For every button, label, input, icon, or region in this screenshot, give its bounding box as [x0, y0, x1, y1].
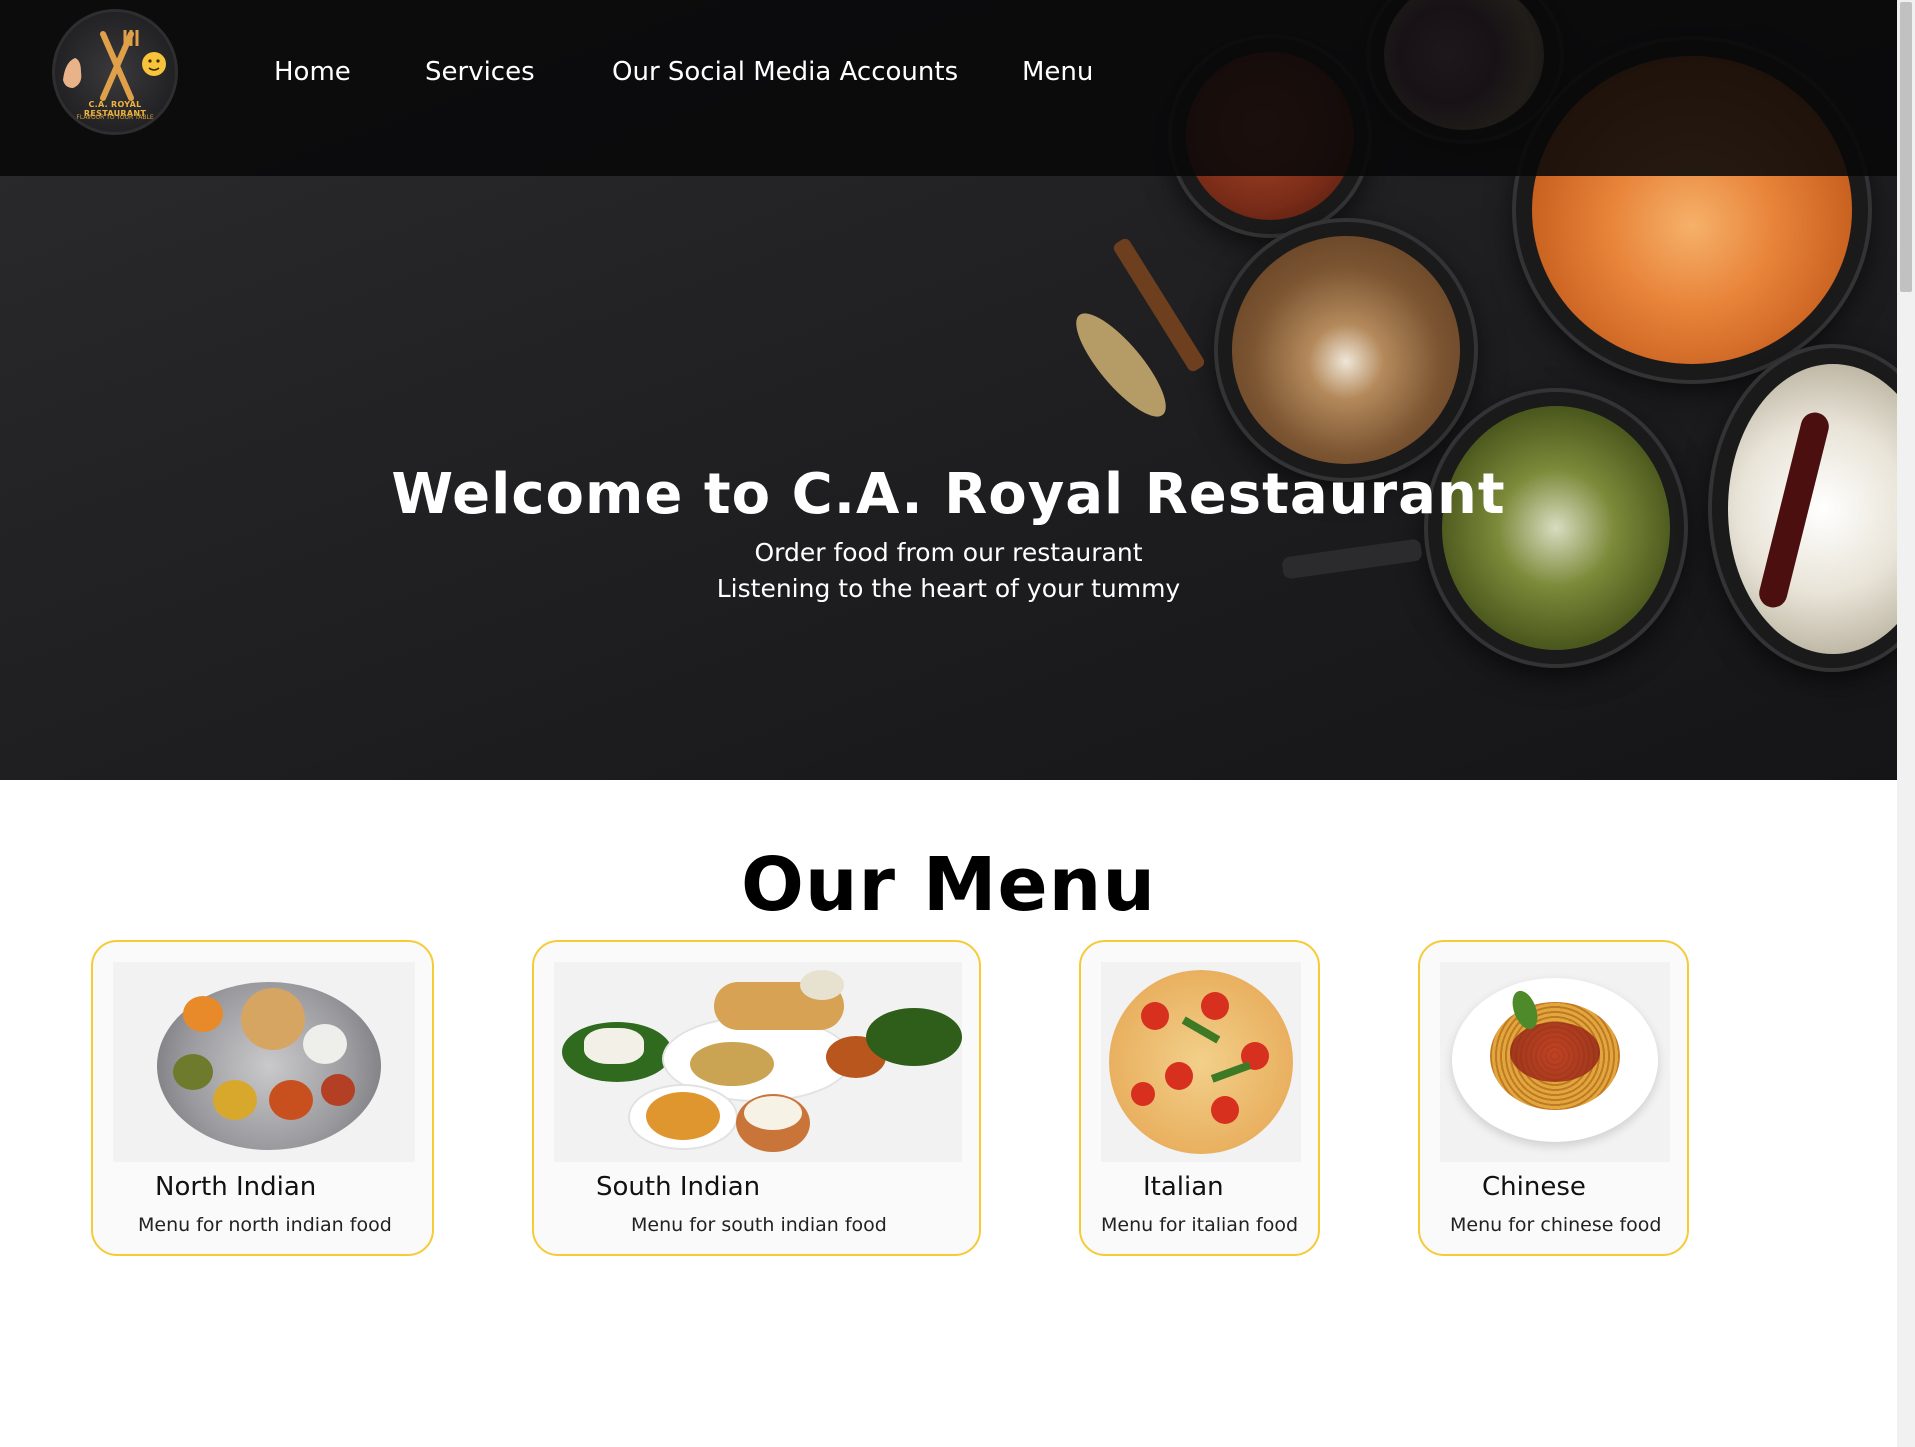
menu-heading: Our Menu [740, 842, 1157, 928]
hero-subtitle-1: Order food from our restaurant [754, 538, 1143, 567]
card-title: North Indian [155, 1172, 317, 1202]
menu-card-south-indian[interactable]: South Indian Menu for south indian food [532, 940, 981, 1256]
nav-home[interactable]: Home [274, 57, 351, 87]
menu-card-north-indian[interactable]: North Indian Menu for north indian food [91, 940, 434, 1256]
italian-pizza-image [1101, 962, 1301, 1162]
restaurant-logo[interactable]: C.A. ROYAL RESTAURANT FLAVOUR TO YOUR TA… [52, 9, 178, 135]
card-description: Menu for north indian food [138, 1214, 392, 1236]
hero-subtitle-2: Listening to the heart of your tummy [716, 574, 1181, 603]
page-scrollbar[interactable] [1897, 0, 1915, 1447]
south-indian-platter-image [554, 962, 962, 1162]
card-description: Menu for chinese food [1450, 1214, 1662, 1236]
card-title: Chinese [1482, 1172, 1586, 1202]
menu-card-italian[interactable]: Italian Menu for italian food [1079, 940, 1320, 1256]
hero-section: C.A. ROYAL RESTAURANT FLAVOUR TO YOUR TA… [0, 0, 1897, 780]
chinese-noodles-image [1440, 962, 1670, 1162]
navbar: C.A. ROYAL RESTAURANT FLAVOUR TO YOUR TA… [0, 0, 1897, 176]
card-title: Italian [1143, 1172, 1224, 1202]
nav-menu[interactable]: Menu [1022, 57, 1093, 87]
card-description: Menu for south indian food [631, 1214, 887, 1236]
card-description: Menu for italian food [1101, 1214, 1299, 1236]
nav-social-media[interactable]: Our Social Media Accounts [612, 57, 958, 87]
hero-title: Welcome to C.A. Royal Restaurant [391, 462, 1506, 527]
north-indian-thali-image [113, 962, 415, 1162]
card-title: South Indian [596, 1172, 761, 1202]
menu-card-chinese[interactable]: Chinese Menu for chinese food [1418, 940, 1689, 1256]
scrollbar-thumb[interactable] [1900, 2, 1912, 292]
nav-services[interactable]: Services [425, 57, 535, 87]
logo-tagline: FLAVOUR TO YOUR TABLE [76, 114, 154, 121]
